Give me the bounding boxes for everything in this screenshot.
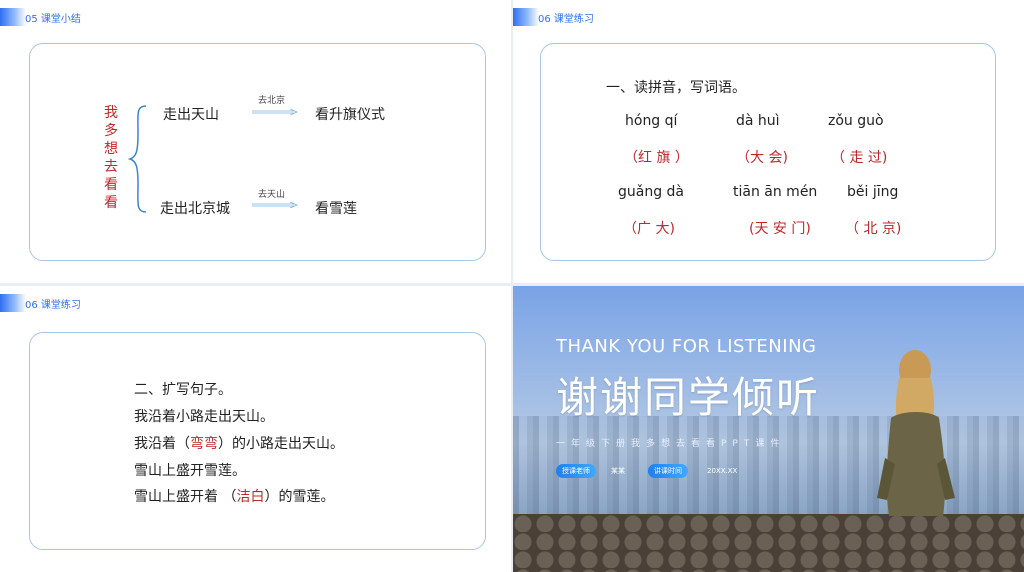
pinyin: guǎng dà (618, 184, 685, 200)
answer: (天 安 门) (749, 221, 811, 237)
teacher-value: 某某 (611, 467, 625, 475)
time-value: 20XX.XX (707, 467, 738, 475)
section-header: 06 课堂练习 (513, 8, 594, 26)
fill-answer: 洁白 (236, 489, 265, 505)
brace-icon (128, 105, 147, 213)
arrow-right-icon (252, 202, 298, 208)
slide-summary[interactable]: 05 课堂小结 我 多 想 去 看 看 走出天山 去北京 看升旗仪式 走出北京城… (0, 0, 511, 283)
answer: （ 走 过) (831, 150, 888, 166)
fill-answer: 弯弯 (190, 436, 218, 452)
row2-left: 走出北京城 (160, 201, 230, 217)
vertical-phrase: 我 多 想 去 看 看 (104, 105, 118, 211)
section-header-text: 05 课堂小结 (25, 13, 81, 25)
time-label-badge: 讲课时间 (648, 464, 688, 478)
teacher-label-badge: 授课老师 (556, 464, 596, 478)
subtitle: 一年级下册我多想去看看PPT课件 (556, 439, 786, 449)
exercise-title: 一、读拼音，写词语。 (606, 80, 746, 96)
section-header-text: 06 课堂练习 (538, 13, 594, 25)
answer: （红 旗 ） (624, 150, 689, 166)
section-header-text: 06 课堂练习 (25, 299, 81, 311)
main-title: 谢谢同学倾听 (556, 373, 821, 422)
header-accent-bar (0, 294, 26, 312)
woman-sitting-image (877, 350, 955, 516)
slide-practice-pinyin[interactable]: 06 课堂练习 一、读拼音，写词语。 hóng qí dà huì zǒu gu… (513, 0, 1024, 283)
english-title: THANK YOU FOR LISTENING (556, 336, 817, 357)
sentence: 雪山上盛开着 （洁白）的雪莲。 (134, 489, 335, 505)
arrow-right-icon (252, 109, 298, 115)
row2-via: 去天山 (258, 190, 286, 200)
section-header: 05 课堂小结 (0, 8, 81, 26)
slide-practice-sentences[interactable]: 06 课堂练习 二、扩写句子。 我沿着小路走出天山。 我沿着（弯弯）的小路走出天… (0, 286, 511, 572)
answer: （广 大) (623, 221, 675, 237)
answer: （大 会) (736, 150, 788, 166)
sentence: 雪山上盛开雪莲。 (134, 463, 246, 479)
row2-right: 看雪莲 (315, 201, 357, 217)
sentence: 我沿着（弯弯）的小路走出天山。 (134, 436, 344, 452)
content-card (29, 43, 486, 261)
sentence: 我沿着小路走出天山。 (134, 409, 274, 425)
slide-thank-you[interactable]: THANK YOU FOR LISTENING 谢谢同学倾听 一年级下册我多想去… (513, 286, 1024, 572)
row1-left: 走出天山 (163, 107, 219, 123)
pinyin: hóng qí (625, 113, 678, 129)
pinyin: běi jīng (847, 184, 899, 200)
header-accent-bar (0, 8, 26, 26)
pinyin: zǒu guò (828, 113, 884, 129)
row1-via: 去北京 (258, 96, 286, 106)
pinyin: dà huì (736, 113, 780, 129)
answer: （ 北 京) (845, 221, 902, 237)
section-header: 06 课堂练习 (0, 294, 81, 312)
header-accent-bar (513, 8, 539, 26)
pinyin: tiān ān mén (733, 184, 818, 200)
exercise-title: 二、扩写句子。 (134, 382, 232, 398)
row1-right: 看升旗仪式 (315, 107, 385, 123)
